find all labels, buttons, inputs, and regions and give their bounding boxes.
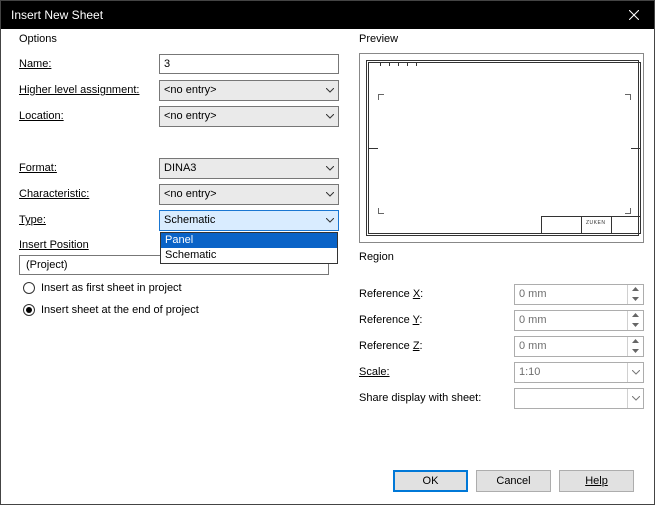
reference-y-label: Reference Y: <box>359 314 514 326</box>
characteristic-combo[interactable]: <no entry> <box>159 184 339 205</box>
preview-label: Preview <box>359 33 401 45</box>
chevron-down-icon <box>326 192 334 197</box>
radio-insert-first[interactable]: Insert as first sheet in project <box>19 279 339 297</box>
name-input[interactable] <box>159 54 339 74</box>
type-option-schematic[interactable]: Schematic <box>161 248 337 263</box>
help-button[interactable]: Help <box>559 470 634 492</box>
window-title: Insert New Sheet <box>11 8 614 22</box>
format-combo[interactable]: DINA3 <box>159 158 339 179</box>
location-label: Location: <box>19 110 159 122</box>
reference-z-value: 0 mm <box>519 340 547 352</box>
share-display-combo[interactable] <box>514 388 644 409</box>
higher-level-value: <no entry> <box>164 84 217 96</box>
reference-x-label: Reference X: <box>359 288 514 300</box>
chevron-down-icon <box>627 389 643 408</box>
chevron-down-icon <box>326 218 334 223</box>
higher-level-combo[interactable]: <no entry> <box>159 80 339 101</box>
type-label: Type: <box>19 214 159 226</box>
options-label: Options <box>19 33 60 45</box>
chevron-down-icon <box>326 114 334 119</box>
name-label: Name: <box>19 58 159 70</box>
reference-y-value: 0 mm <box>519 314 547 326</box>
options-group: Options Name: Higher level assignment: <… <box>19 41 339 331</box>
reference-x-value: 0 mm <box>519 288 547 300</box>
insert-sheet-dialog: Insert New Sheet Options Name: Higher le… <box>0 0 655 505</box>
scale-combo[interactable]: 1:10 <box>514 362 644 383</box>
close-icon <box>629 10 639 20</box>
type-option-panel[interactable]: Panel <box>161 233 337 248</box>
format-label: Format: <box>19 162 159 174</box>
share-display-label: Share display with sheet: <box>359 392 514 404</box>
dialog-buttons: OK Cancel Help <box>19 462 644 496</box>
scale-label: Scale: <box>359 366 514 378</box>
type-dropdown[interactable]: Panel Schematic <box>160 232 338 264</box>
project-path-value: (Project) <box>26 259 68 271</box>
format-value: DINA3 <box>164 162 196 174</box>
scale-value: 1:10 <box>519 366 540 378</box>
preview-group: Preview ZUKEN <box>359 41 644 259</box>
radio-insert-end[interactable]: Insert sheet at the end of project <box>19 301 339 319</box>
preview-canvas: ZUKEN <box>359 53 644 243</box>
type-combo[interactable]: Schematic Panel Schematic <box>159 210 339 231</box>
location-value: <no entry> <box>164 110 217 122</box>
type-value: Schematic <box>164 214 215 226</box>
spinner-buttons[interactable] <box>627 285 643 304</box>
radio-insert-first-label: Insert as first sheet in project <box>41 282 182 294</box>
characteristic-value: <no entry> <box>164 188 217 200</box>
reference-x-input[interactable]: 0 mm <box>514 284 644 305</box>
radio-icon <box>23 282 35 294</box>
reference-z-input[interactable]: 0 mm <box>514 336 644 357</box>
spinner-buttons[interactable] <box>627 311 643 330</box>
chevron-down-icon <box>326 166 334 171</box>
radio-insert-end-label: Insert sheet at the end of project <box>41 304 199 316</box>
radio-icon <box>23 304 35 316</box>
cancel-button[interactable]: Cancel <box>476 470 551 492</box>
region-label: Region <box>359 251 397 263</box>
reference-z-label: Reference Z: <box>359 340 514 352</box>
spinner-buttons[interactable] <box>627 337 643 356</box>
chevron-down-icon <box>627 363 643 382</box>
titleblock: ZUKEN <box>541 216 641 234</box>
titlebar: Insert New Sheet <box>1 1 654 29</box>
higher-level-label: Higher level assignment: <box>19 84 159 96</box>
ok-button[interactable]: OK <box>393 470 468 492</box>
close-button[interactable] <box>614 1 654 29</box>
reference-y-input[interactable]: 0 mm <box>514 310 644 331</box>
location-combo[interactable]: <no entry> <box>159 106 339 127</box>
chevron-down-icon <box>326 88 334 93</box>
region-group: Region Reference X: 0 mm Reference Y: 0 … <box>359 259 644 421</box>
titleblock-text: ZUKEN <box>586 220 605 226</box>
characteristic-label: Characteristic: <box>19 188 159 200</box>
